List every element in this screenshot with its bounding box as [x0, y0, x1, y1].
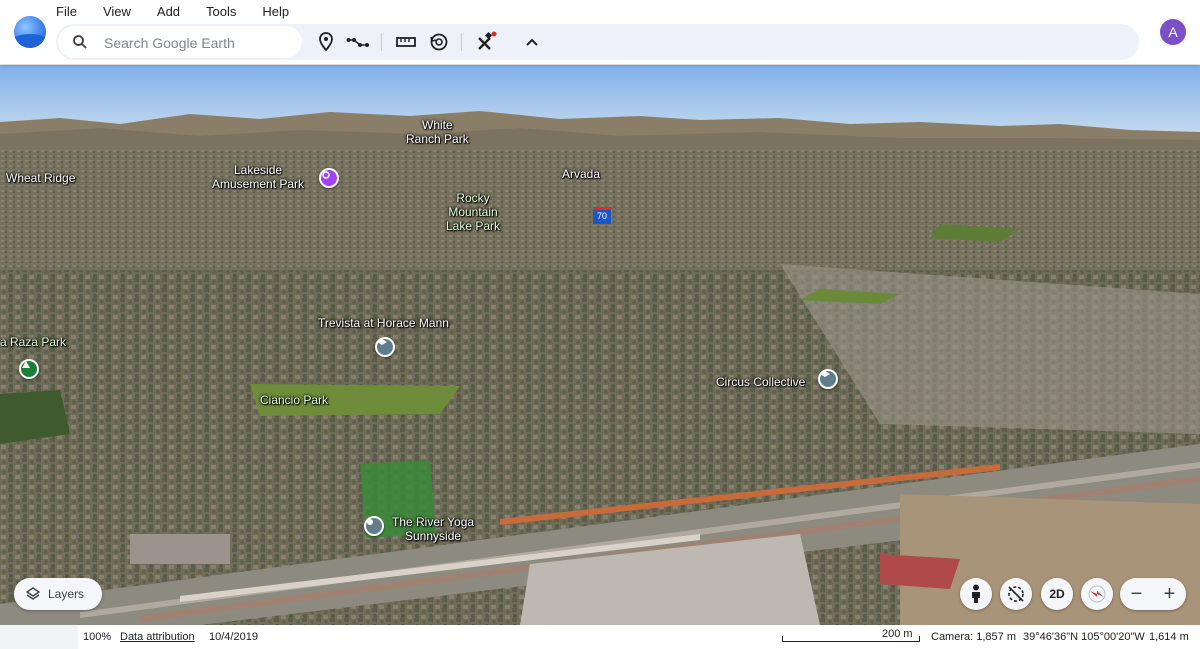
ground-elevation: 1,614 m [1149, 631, 1189, 643]
pegman-button[interactable] [960, 578, 992, 610]
zoom-in-button[interactable]: + [1153, 578, 1186, 610]
menu-help[interactable]: Help [262, 3, 289, 21]
menu-add[interactable]: Add [157, 3, 180, 21]
menu-view[interactable]: View [103, 3, 131, 21]
avatar[interactable]: A [1160, 19, 1186, 45]
imagery-date: 10/4/2019 [209, 631, 258, 643]
school-pin-icon[interactable] [375, 337, 395, 357]
2d-toggle-button[interactable]: 2D [1041, 578, 1073, 610]
tilt-button[interactable] [1000, 578, 1032, 610]
label-trevista-at-horace-mann[interactable]: Trevista at Horace Mann [318, 316, 449, 330]
toolbar-divider [461, 33, 462, 51]
data-attribution-link[interactable]: Data attribution [120, 631, 195, 643]
voyager-icon[interactable] [472, 28, 500, 56]
camera-altitude: Camera: 1,857 m [931, 631, 1016, 643]
layers-button[interactable]: Layers [14, 578, 102, 610]
collapse-icon[interactable] [518, 28, 546, 56]
compass-icon [1088, 585, 1106, 603]
path-icon[interactable] [344, 28, 372, 56]
tilt-icon [1008, 586, 1024, 602]
highway-shield-icon: 70 [593, 207, 611, 224]
school-pin-icon[interactable] [818, 369, 838, 389]
placemark-icon[interactable] [312, 28, 340, 56]
layers-icon [26, 587, 40, 601]
park-pin-icon[interactable] [19, 359, 39, 379]
zoom-level: 100% [83, 631, 112, 643]
top-bar: File View Add Tools Help Search Google E… [0, 0, 1200, 65]
scale-label: 200 m [882, 628, 913, 640]
label-la-raza-park[interactable]: a Raza Park [0, 335, 66, 349]
label-arvada[interactable]: Arvada [562, 167, 600, 181]
google-earth-logo[interactable] [14, 16, 46, 48]
ruler-icon[interactable] [392, 28, 420, 56]
pegman-icon [972, 584, 980, 603]
toolbar [56, 24, 1139, 60]
label-circus-collective[interactable]: Circus Collective [716, 375, 805, 389]
label-wheat-ridge[interactable]: Wheat Ridge [6, 171, 75, 185]
amusement-park-pin-icon[interactable] [319, 168, 339, 188]
toolbar-divider [381, 33, 382, 51]
zoom-out-button[interactable]: − [1120, 578, 1153, 610]
label-lakeside-amusement-park[interactable]: Lakeside Amusement Park [212, 163, 304, 191]
cursor-coordinates: 39°46'36"N 105°00'20"W [1023, 631, 1145, 643]
search-icon [72, 34, 88, 55]
map-view[interactable]: White Ranch Park Wheat Ridge Lakeside Am… [0, 64, 1200, 625]
label-the-river-yoga-sunnyside[interactable]: The River Yoga Sunnyside [392, 515, 474, 543]
label-ciancio-park[interactable]: Ciancio Park [260, 393, 328, 407]
history-icon[interactable] [425, 28, 453, 56]
search-input[interactable] [102, 32, 296, 54]
compass-button[interactable] [1081, 578, 1113, 610]
menu-file[interactable]: File [56, 3, 77, 21]
search-box[interactable] [58, 26, 302, 58]
status-left-panel [0, 625, 78, 649]
label-rocky-mountain-lake-park[interactable]: Rocky Mountain Lake Park [446, 191, 500, 233]
zoom-controls: − + [1120, 578, 1186, 610]
place-pin-icon[interactable] [364, 516, 384, 536]
status-bar: 100% Data attribution 10/4/2019 200 m Ca… [0, 625, 1200, 649]
menu-tools[interactable]: Tools [206, 3, 236, 21]
label-white-ranch-park[interactable]: White Ranch Park [406, 118, 469, 146]
layers-label: Layers [48, 587, 85, 601]
menu-bar: File View Add Tools Help [56, 3, 315, 21]
aerial-imagery [0, 64, 1200, 625]
